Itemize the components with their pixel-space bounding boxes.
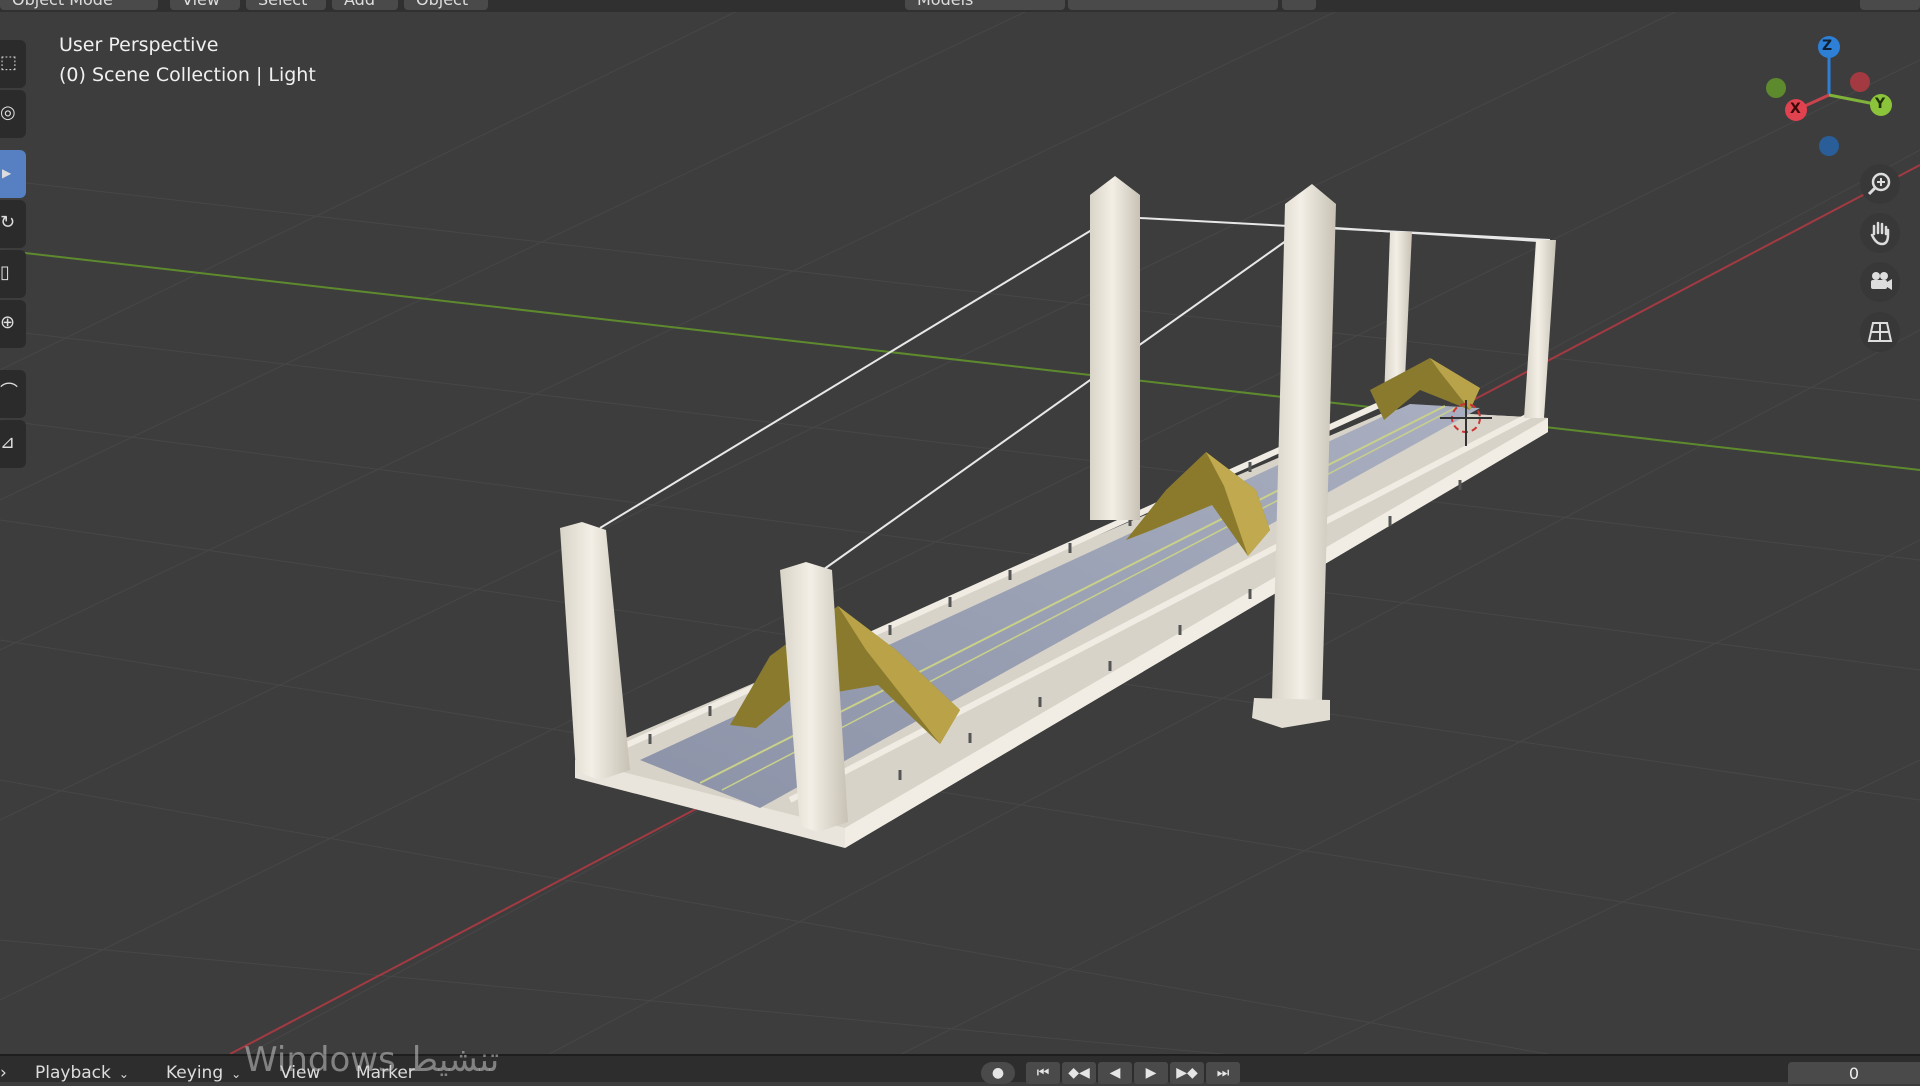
- gizmo-x-label[interactable]: X: [1790, 101, 1801, 117]
- annotate-icon: ⌒: [0, 382, 18, 403]
- transform-icon: ⊕: [0, 312, 16, 333]
- tool-rotate[interactable]: ↻: [0, 200, 26, 248]
- header-right-button[interactable]: [1860, 0, 1920, 10]
- select-box-icon: ⬚: [0, 52, 18, 73]
- tool-shelf: ⬚ ◎ ▶ ↻ ▯ ⊕ ⌒ ⊿: [0, 40, 28, 490]
- viewport-header: Object Mode View Select Add Object Model…: [0, 0, 1920, 12]
- cursor-icon: ◎: [0, 102, 16, 123]
- search-field[interactable]: [1068, 0, 1278, 10]
- floor-grid: [0, 0, 1920, 1080]
- play-reverse-button[interactable]: ◀: [1098, 1062, 1132, 1084]
- zoom-button[interactable]: [1860, 164, 1900, 204]
- camera-view-icon: [1871, 272, 1892, 290]
- tool-move[interactable]: ▶: [0, 150, 26, 198]
- prev-keyframe-icon: ◆◀: [1068, 1065, 1090, 1081]
- gizmo-z-label[interactable]: Z: [1822, 38, 1832, 54]
- scale-icon: ▯: [0, 262, 10, 283]
- ortho-grid-icon: [1867, 322, 1893, 342]
- tool-cursor[interactable]: ◎: [0, 90, 26, 138]
- mode-menu[interactable]: Object Mode: [0, 0, 158, 10]
- zoom-icon: [1867, 172, 1891, 196]
- jump-start-icon: ⏮: [1036, 1065, 1050, 1081]
- tool-scale[interactable]: ▯: [0, 250, 26, 298]
- jump-end-icon: ⏭: [1216, 1065, 1230, 1081]
- ortho-toggle-button[interactable]: [1860, 312, 1900, 352]
- viewport-overlay-info: User Perspective (0) Scene Collection | …: [59, 30, 316, 90]
- rotate-icon: ↻: [0, 212, 16, 233]
- camera-view-button[interactable]: [1860, 262, 1900, 302]
- play-reverse-icon: ◀: [1109, 1065, 1121, 1081]
- record-icon: ●: [991, 1065, 1005, 1081]
- play-icon: ▶: [1145, 1065, 1157, 1081]
- chevron-down-icon: ⌄: [231, 1067, 242, 1081]
- gizmo-y-label[interactable]: Y: [1875, 96, 1885, 112]
- prev-keyframe-button[interactable]: ◆◀: [1062, 1062, 1096, 1084]
- timeline-left-edge: ›: [0, 1063, 7, 1083]
- windows-activation-watermark: Windows تنشيط: [244, 1040, 500, 1080]
- next-keyframe-button[interactable]: ▶◆: [1170, 1062, 1204, 1084]
- header-option-button[interactable]: [1282, 0, 1316, 10]
- tool-measure[interactable]: ⊿: [0, 420, 26, 468]
- collection-label: (0) Scene Collection | Light: [59, 64, 316, 86]
- playback-label: Playback: [35, 1063, 111, 1083]
- keying-label: Keying: [166, 1063, 224, 1083]
- tool-annotate[interactable]: ⌒: [0, 370, 26, 418]
- current-frame-field[interactable]: 0: [1788, 1062, 1920, 1084]
- tool-select-box[interactable]: ⬚: [0, 40, 26, 88]
- measure-icon: ⊿: [0, 432, 16, 453]
- perspective-label: User Perspective: [59, 34, 219, 56]
- select-menu[interactable]: Select: [246, 0, 326, 10]
- view-menu[interactable]: View: [170, 0, 240, 10]
- jump-start-button[interactable]: ⏮: [1026, 1062, 1060, 1084]
- y-axis-line: [24, 252, 1920, 471]
- jump-end-button[interactable]: ⏭: [1206, 1062, 1240, 1084]
- navigation-gizmo: [1766, 36, 1892, 156]
- pan-hand-icon: [1870, 221, 1890, 246]
- next-keyframe-icon: ▶◆: [1176, 1065, 1198, 1081]
- playback-menu[interactable]: Playback ⌄: [35, 1062, 129, 1084]
- pan-button[interactable]: [1860, 213, 1900, 253]
- viewport-scene: [0, 0, 1920, 1080]
- add-menu[interactable]: Add: [332, 0, 398, 10]
- play-button[interactable]: ▶: [1134, 1062, 1168, 1084]
- record-button[interactable]: ●: [981, 1062, 1015, 1084]
- move-icon: ▶: [2, 166, 12, 180]
- 3d-viewport[interactable]: Z X Y: [0, 0, 1920, 1080]
- keying-menu[interactable]: Keying ⌄: [166, 1062, 241, 1084]
- collection-filter[interactable]: Models: [905, 0, 1065, 10]
- tool-transform[interactable]: ⊕: [0, 300, 26, 348]
- chevron-down-icon: ⌄: [118, 1067, 129, 1081]
- object-menu[interactable]: Object: [404, 0, 488, 10]
